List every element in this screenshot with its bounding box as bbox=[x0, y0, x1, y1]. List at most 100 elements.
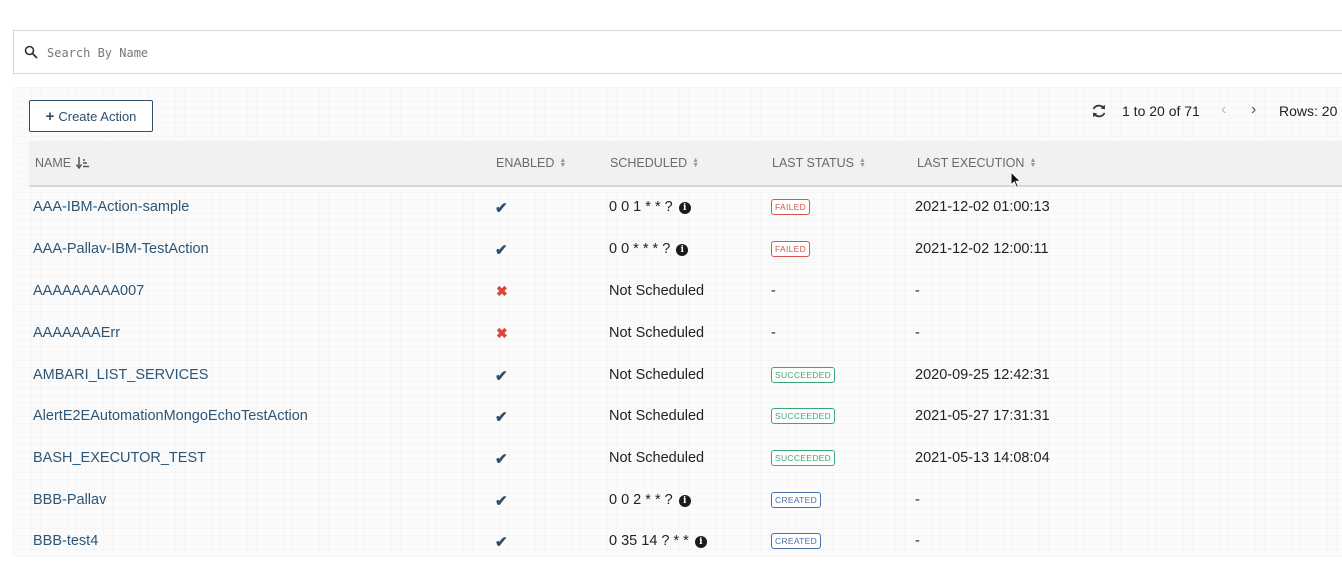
action-name-link[interactable]: BBB-test4 bbox=[33, 533, 98, 549]
status-badge-label: FAILED bbox=[771, 199, 811, 215]
schedule-cell: Not Scheduled bbox=[609, 367, 704, 383]
column-header-name-label: NAME bbox=[35, 156, 72, 170]
table-row[interactable]: AAAAAAAAA007 ✖ Not Scheduled - - bbox=[29, 271, 1342, 313]
table-row[interactable]: AAA-IBM-Action-sample ✔ 0 0 1 * * ? i FAILED… bbox=[29, 187, 1342, 229]
schedule-text: Not Scheduled bbox=[609, 408, 705, 424]
status-badge: CREATED bbox=[771, 533, 822, 549]
enabled-check-icon: ✔ bbox=[495, 242, 508, 259]
info-icon[interactable]: i bbox=[694, 536, 707, 548]
schedule-cell: Not Scheduled bbox=[609, 325, 704, 341]
action-name-link[interactable]: BASH_EXECUTOR_TEST bbox=[33, 450, 206, 466]
rows-per-page[interactable]: Rows: 20 bbox=[1279, 103, 1337, 119]
status-badge-label: CREATED bbox=[771, 492, 822, 508]
previous-page-button[interactable]: ‹ bbox=[1221, 101, 1226, 119]
last-execution-cell: - bbox=[915, 325, 920, 341]
last-execution-cell: - bbox=[915, 283, 920, 299]
schedule-cell: Not Scheduled bbox=[609, 408, 704, 424]
last-execution-cell: 2020-09-25 12:42:31 bbox=[915, 367, 1050, 383]
plus-icon: + bbox=[45, 107, 55, 125]
schedule-text: Not Scheduled bbox=[609, 325, 705, 341]
status-badge: SUCCEEDED bbox=[771, 408, 836, 424]
pagination-range: 1 to 20 of 71 bbox=[1122, 103, 1200, 119]
column-header-last-execution[interactable]: LAST EXECUTION ▲ ▼ bbox=[917, 156, 1036, 170]
sort-icon: ▲ ▼ bbox=[858, 157, 866, 169]
action-name-link[interactable]: AMBARI_LIST_SERVICES bbox=[33, 367, 208, 383]
schedule-cell: Not Scheduled bbox=[609, 450, 704, 466]
last-execution-cell: 2021-12-02 01:00:13 bbox=[915, 199, 1050, 215]
enabled-check-icon: ✔ bbox=[495, 534, 508, 551]
mouse-cursor-icon bbox=[1010, 171, 1022, 189]
status-badge-label: SUCCEEDED bbox=[771, 367, 836, 383]
search-bar bbox=[13, 30, 1342, 74]
sort-descending-icon bbox=[76, 157, 90, 169]
column-header-enabled[interactable]: ENABLED ▲ ▼ bbox=[496, 156, 566, 170]
last-execution-cell: - bbox=[915, 533, 920, 549]
create-action-button[interactable]: + Create Action bbox=[29, 100, 153, 132]
status-badge-label: SUCCEEDED bbox=[771, 450, 836, 466]
action-name-link[interactable]: AAAAAAAAA007 bbox=[33, 283, 144, 299]
column-header-last-status[interactable]: LAST STATUS ▲ ▼ bbox=[772, 156, 866, 170]
schedule-text: 0 0 2 * * ? bbox=[609, 492, 673, 508]
column-header-scheduled-label: SCHEDULED bbox=[610, 156, 688, 170]
enabled-check-icon: ✔ bbox=[495, 368, 508, 385]
action-name-link[interactable]: AAA-IBM-Action-sample bbox=[33, 199, 189, 215]
enabled-check-icon: ✔ bbox=[495, 451, 508, 468]
column-header-scheduled[interactable]: SCHEDULED ▲ ▼ bbox=[610, 156, 699, 170]
refresh-icon[interactable] bbox=[1090, 102, 1108, 120]
table-header: NAME ENABLED ▲ ▼ SCHEDULED ▲ ▼ LAST STATUS… bbox=[29, 141, 1342, 187]
disabled-cross-icon: ✖ bbox=[496, 283, 508, 299]
last-execution-cell: 2021-12-02 12:00:11 bbox=[915, 241, 1049, 257]
search-input[interactable] bbox=[45, 41, 649, 65]
schedule-cell: 0 0 1 * * ? i bbox=[609, 199, 691, 215]
status-badge-label: CREATED bbox=[771, 533, 822, 549]
status-badge: FAILED bbox=[771, 199, 811, 215]
schedule-text: Not Scheduled bbox=[609, 283, 705, 299]
status-badge: CREATED bbox=[771, 492, 822, 508]
enabled-check-icon: ✔ bbox=[495, 493, 508, 510]
table-row[interactable]: AAA-Pallav-IBM-TestAction ✔ 0 0 * * * ? i FA… bbox=[29, 229, 1342, 271]
schedule-text: Not Scheduled bbox=[609, 367, 705, 383]
enabled-check-icon: ✔ bbox=[495, 409, 508, 426]
schedule-text: 0 35 14 ? * * bbox=[609, 533, 689, 549]
info-icon[interactable]: i bbox=[678, 202, 691, 214]
sort-icon: ▲ ▼ bbox=[692, 157, 700, 169]
create-action-label: Create Action bbox=[58, 108, 137, 124]
column-header-last-execution-label: LAST EXECUTION bbox=[917, 156, 1025, 170]
schedule-text: 0 0 * * * ? bbox=[609, 241, 671, 257]
sort-icon: ▲ ▼ bbox=[1029, 157, 1037, 169]
status-badge-label: SUCCEEDED bbox=[771, 408, 836, 424]
table-row[interactable]: BBB-test4 ✔ 0 35 14 ? * * i CREATED - bbox=[29, 521, 1342, 563]
column-header-enabled-label: ENABLED bbox=[496, 156, 555, 170]
disabled-cross-icon: ✖ bbox=[496, 325, 508, 341]
table-row[interactable]: BBB-Pallav ✔ 0 0 2 * * ? i CREATED - bbox=[29, 480, 1342, 522]
column-header-last-status-label: LAST STATUS bbox=[772, 156, 854, 170]
action-name-link[interactable]: AlertE2EAutomationMongoEchoTestAction bbox=[33, 408, 308, 424]
action-name-link[interactable]: BBB-Pallav bbox=[33, 492, 106, 508]
search-icon bbox=[24, 45, 38, 59]
column-header-name[interactable]: NAME bbox=[35, 156, 90, 170]
last-execution-cell: 2021-05-27 17:31:31 bbox=[915, 408, 1050, 424]
schedule-cell: 0 35 14 ? * * i bbox=[609, 533, 707, 549]
schedule-cell: 0 0 2 * * ? i bbox=[609, 492, 691, 508]
status-badge-label: FAILED bbox=[771, 241, 811, 257]
last-execution-cell: 2021-05-13 14:08:04 bbox=[915, 450, 1050, 466]
schedule-cell: Not Scheduled bbox=[609, 283, 704, 299]
action-name-link[interactable]: AAA-Pallav-IBM-TestAction bbox=[33, 241, 209, 257]
last-execution-cell: - bbox=[915, 492, 920, 508]
table-row[interactable]: BASH_EXECUTOR_TEST ✔ Not Scheduled SUCCEEDE… bbox=[29, 438, 1342, 480]
status-badge: FAILED bbox=[771, 241, 811, 257]
schedule-cell: 0 0 * * * ? i bbox=[609, 241, 689, 257]
table-row[interactable]: AMBARI_LIST_SERVICES ✔ Not Scheduled SUCCEE… bbox=[29, 355, 1342, 397]
enabled-check-icon: ✔ bbox=[495, 200, 508, 217]
status-empty: - bbox=[771, 325, 776, 341]
status-badge: SUCCEEDED bbox=[771, 450, 836, 466]
next-page-button[interactable]: › bbox=[1251, 101, 1256, 119]
info-icon[interactable]: i bbox=[678, 495, 691, 507]
schedule-text: 0 0 1 * * ? bbox=[609, 199, 673, 215]
action-name-link[interactable]: AAAAAAAErr bbox=[33, 325, 120, 341]
sort-icon: ▲ ▼ bbox=[559, 157, 567, 169]
table-row[interactable]: AlertE2EAutomationMongoEchoTestAction ✔ No… bbox=[29, 396, 1342, 438]
table-row[interactable]: AAAAAAAErr ✖ Not Scheduled - - bbox=[29, 313, 1342, 355]
info-icon[interactable]: i bbox=[676, 244, 689, 256]
status-badge: SUCCEEDED bbox=[771, 367, 836, 383]
